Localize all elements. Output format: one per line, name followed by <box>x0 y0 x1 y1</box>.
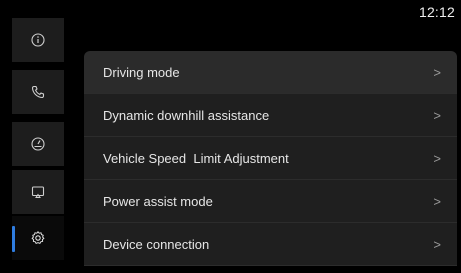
menu-item-label: Device connection <box>103 236 210 252</box>
sidebar-item-gauge[interactable] <box>12 122 64 166</box>
chevron-right-icon: > <box>433 64 441 80</box>
info-icon <box>31 33 45 47</box>
menu-item-label: Vehicle Speed Limit Adjustment <box>103 150 289 166</box>
phone-icon <box>31 85 45 99</box>
sidebar <box>12 0 64 273</box>
active-indicator <box>12 226 15 252</box>
sidebar-item-settings[interactable] <box>12 216 64 260</box>
menu-item-driving-mode[interactable]: Driving mode > <box>84 51 457 94</box>
clock: 12:12 <box>418 4 455 20</box>
sidebar-item-screen-cast[interactable] <box>12 170 64 214</box>
menu-item-vehicle-speed-limit[interactable]: Vehicle Speed Limit Adjustment > <box>84 137 457 180</box>
menu-item-dynamic-downhill-assistance[interactable]: Dynamic downhill assistance > <box>84 94 457 137</box>
chevron-right-icon: > <box>433 193 441 209</box>
menu-item-label: Dynamic downhill assistance <box>103 107 270 123</box>
screen-cast-icon <box>31 186 45 198</box>
settings-menu: Driving mode > Dynamic downhill assistan… <box>84 51 457 266</box>
chevron-right-icon: > <box>433 236 441 252</box>
menu-item-power-assist-mode[interactable]: Power assist mode > <box>84 180 457 223</box>
menu-item-label: Driving mode <box>103 64 180 80</box>
menu-item-device-connection[interactable]: Device connection > <box>84 223 457 266</box>
chevron-right-icon: > <box>433 107 441 123</box>
gauge-icon <box>31 137 45 151</box>
sidebar-item-info[interactable] <box>12 18 64 62</box>
sidebar-item-phone[interactable] <box>12 70 64 114</box>
menu-item-label: Power assist mode <box>103 193 213 209</box>
chevron-right-icon: > <box>433 150 441 166</box>
gear-icon <box>31 231 45 245</box>
